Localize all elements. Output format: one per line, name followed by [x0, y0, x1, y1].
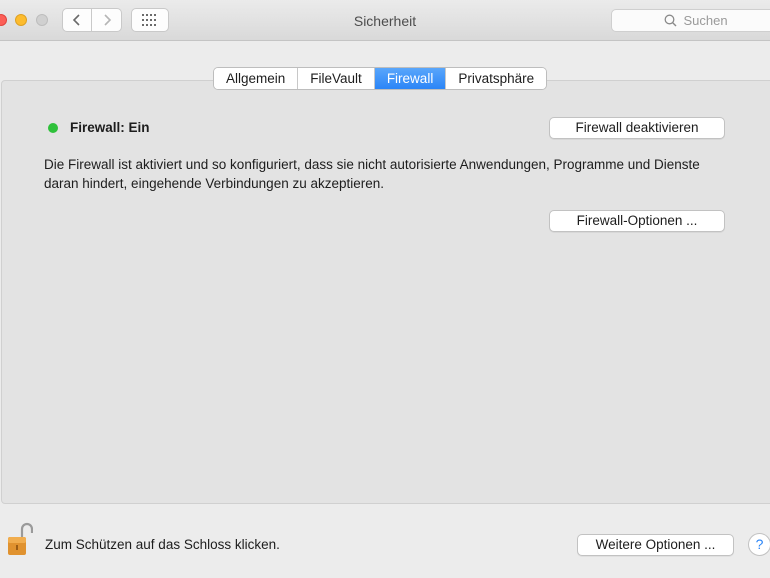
firewall-status-indicator	[48, 123, 58, 133]
title-bar: Sicherheit Suchen	[0, 0, 770, 41]
search-field[interactable]: Suchen	[611, 9, 770, 32]
tab-firewall[interactable]: Firewall	[374, 68, 447, 89]
lock-hint-text: Zum Schützen auf das Schloss klicken.	[45, 537, 280, 552]
more-options-button[interactable]: Weitere Optionen ...	[577, 534, 734, 556]
firewall-status-label: Firewall: Ein	[70, 120, 150, 135]
lock-open-icon[interactable]	[7, 521, 33, 557]
deactivate-firewall-button[interactable]: Firewall deaktivieren	[549, 117, 725, 139]
firewall-options-button[interactable]: Firewall-Optionen ...	[549, 210, 725, 232]
tab-allgemein[interactable]: Allgemein	[214, 68, 299, 89]
search-placeholder: Suchen	[683, 13, 728, 28]
search-icon	[665, 14, 677, 27]
firewall-description: Die Firewall ist aktiviert und so konfig…	[44, 157, 700, 191]
tab-privatsphaere[interactable]: Privatsphäre	[446, 68, 547, 89]
content-panel	[1, 80, 770, 504]
help-button[interactable]: ?	[748, 533, 770, 556]
tab-filevault[interactable]: FileVault	[298, 68, 375, 89]
tab-bar: Allgemein FileVault Firewall Privatsphär…	[213, 67, 548, 90]
